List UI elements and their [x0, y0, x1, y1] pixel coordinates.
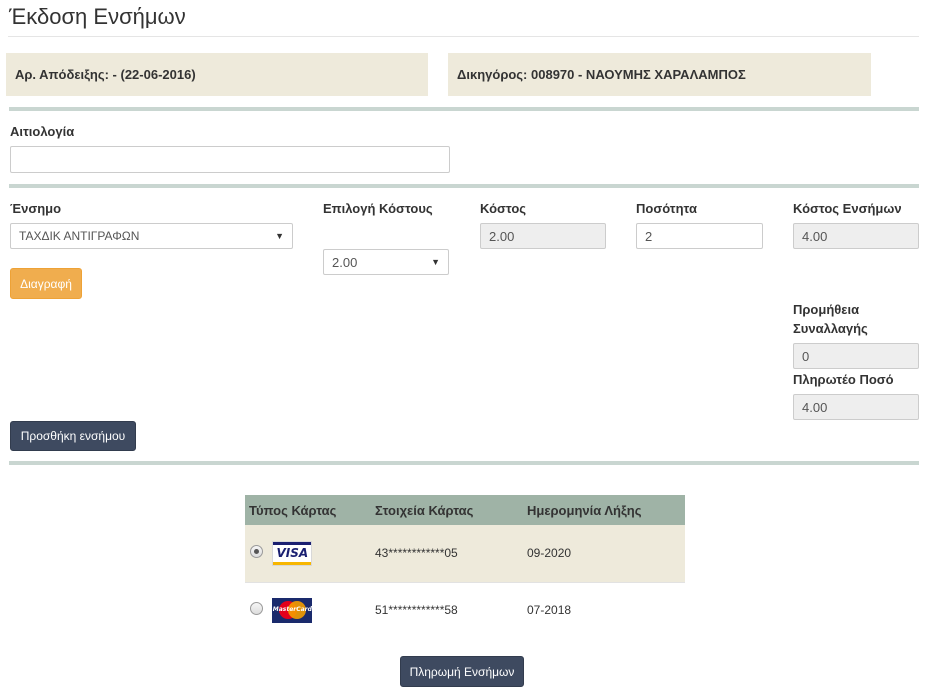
card-expiry-cell: 09-2020: [527, 525, 685, 583]
card-expiry-cell: 07-2018: [527, 582, 685, 638]
cost-choice-label: Επιλογή Κόστους: [323, 201, 433, 216]
stamp-select[interactable]: ΤΑΧΔΙΚ ΑΝΤΙΓΡΑΦΩΝ ▼: [10, 223, 293, 249]
cards-table: Τύπος Κάρτας Στοιχεία Κάρτας Ημερομηνία …: [245, 495, 685, 638]
section-divider: [9, 107, 919, 111]
visa-logo-text: VISA: [276, 545, 309, 560]
stamps-cost-label: Κόστος Ενσήμων: [793, 201, 902, 216]
page-title: Έκδοση Ενσήμων: [9, 4, 186, 29]
section-divider: [9, 461, 919, 465]
card-type-cell: VISA: [245, 525, 375, 583]
card-number-cell: 43************05: [375, 525, 527, 583]
title-divider: [8, 36, 919, 37]
card-radio[interactable]: [250, 602, 263, 616]
stamp-label: Ένσημο: [10, 201, 62, 216]
quantity-field[interactable]: 2: [636, 223, 763, 249]
reason-label: Αιτιολογία: [10, 124, 75, 139]
stamps-cost-field: 4.00: [793, 223, 919, 249]
delete-button[interactable]: Διαγραφή: [10, 268, 82, 299]
column-header-card-type: Τύπος Κάρτας: [245, 495, 375, 525]
mastercard-logo-text: MasterCard: [272, 605, 312, 613]
commission-field: 0: [793, 343, 919, 369]
pay-stamps-button[interactable]: Πληρωμή Ενσήμων: [400, 656, 524, 687]
receipt-info: Αρ. Απόδειξης: - (22-06-2016): [6, 53, 428, 96]
payable-label: Πληρωτέο Ποσό: [793, 372, 894, 387]
column-header-expiry: Ημερομηνία Λήξης: [527, 495, 685, 525]
lawyer-info: Δικηγόρος: 008970 - ΝΑΟΥΜΗΣ ΧΑΡΑΛΑΜΠΟΣ: [448, 53, 871, 96]
card-type-cell: MasterCard: [245, 582, 375, 638]
stamp-select-value: ΤΑΧΔΙΚ ΑΝΤΙΓΡΑΦΩΝ: [19, 229, 140, 243]
visa-logo: VISA: [272, 540, 313, 566]
card-radio-selected[interactable]: [250, 545, 263, 559]
commission-label-line1: Προμήθεια: [793, 302, 860, 317]
reason-input[interactable]: [10, 146, 450, 173]
commission-label-line2: Συναλλαγής: [793, 321, 868, 336]
table-row[interactable]: VISA 43************05 09-2020: [245, 525, 685, 583]
mastercard-logo: MasterCard: [272, 597, 313, 623]
caret-down-icon: ▼: [431, 257, 440, 267]
cost-field: 2.00: [480, 223, 606, 249]
cost-choice-select[interactable]: 2.00 ▼: [323, 249, 449, 275]
add-stamp-button[interactable]: Προσθήκη ενσήμου: [10, 421, 136, 451]
section-divider: [9, 184, 919, 188]
commission-label: Προμήθεια Συναλλαγής: [793, 300, 868, 338]
column-header-card-details: Στοιχεία Κάρτας: [375, 495, 527, 525]
cost-choice-value: 2.00: [332, 254, 358, 270]
caret-down-icon: ▼: [275, 231, 284, 241]
quantity-label: Ποσότητα: [636, 201, 697, 216]
cards-table-header: Τύπος Κάρτας Στοιχεία Κάρτας Ημερομηνία …: [245, 495, 685, 525]
table-row[interactable]: MasterCard 51************58 07-2018: [245, 582, 685, 638]
card-number-cell: 51************58: [375, 582, 527, 638]
payable-field: 4.00: [793, 394, 919, 420]
cost-label: Κόστος: [480, 201, 527, 216]
